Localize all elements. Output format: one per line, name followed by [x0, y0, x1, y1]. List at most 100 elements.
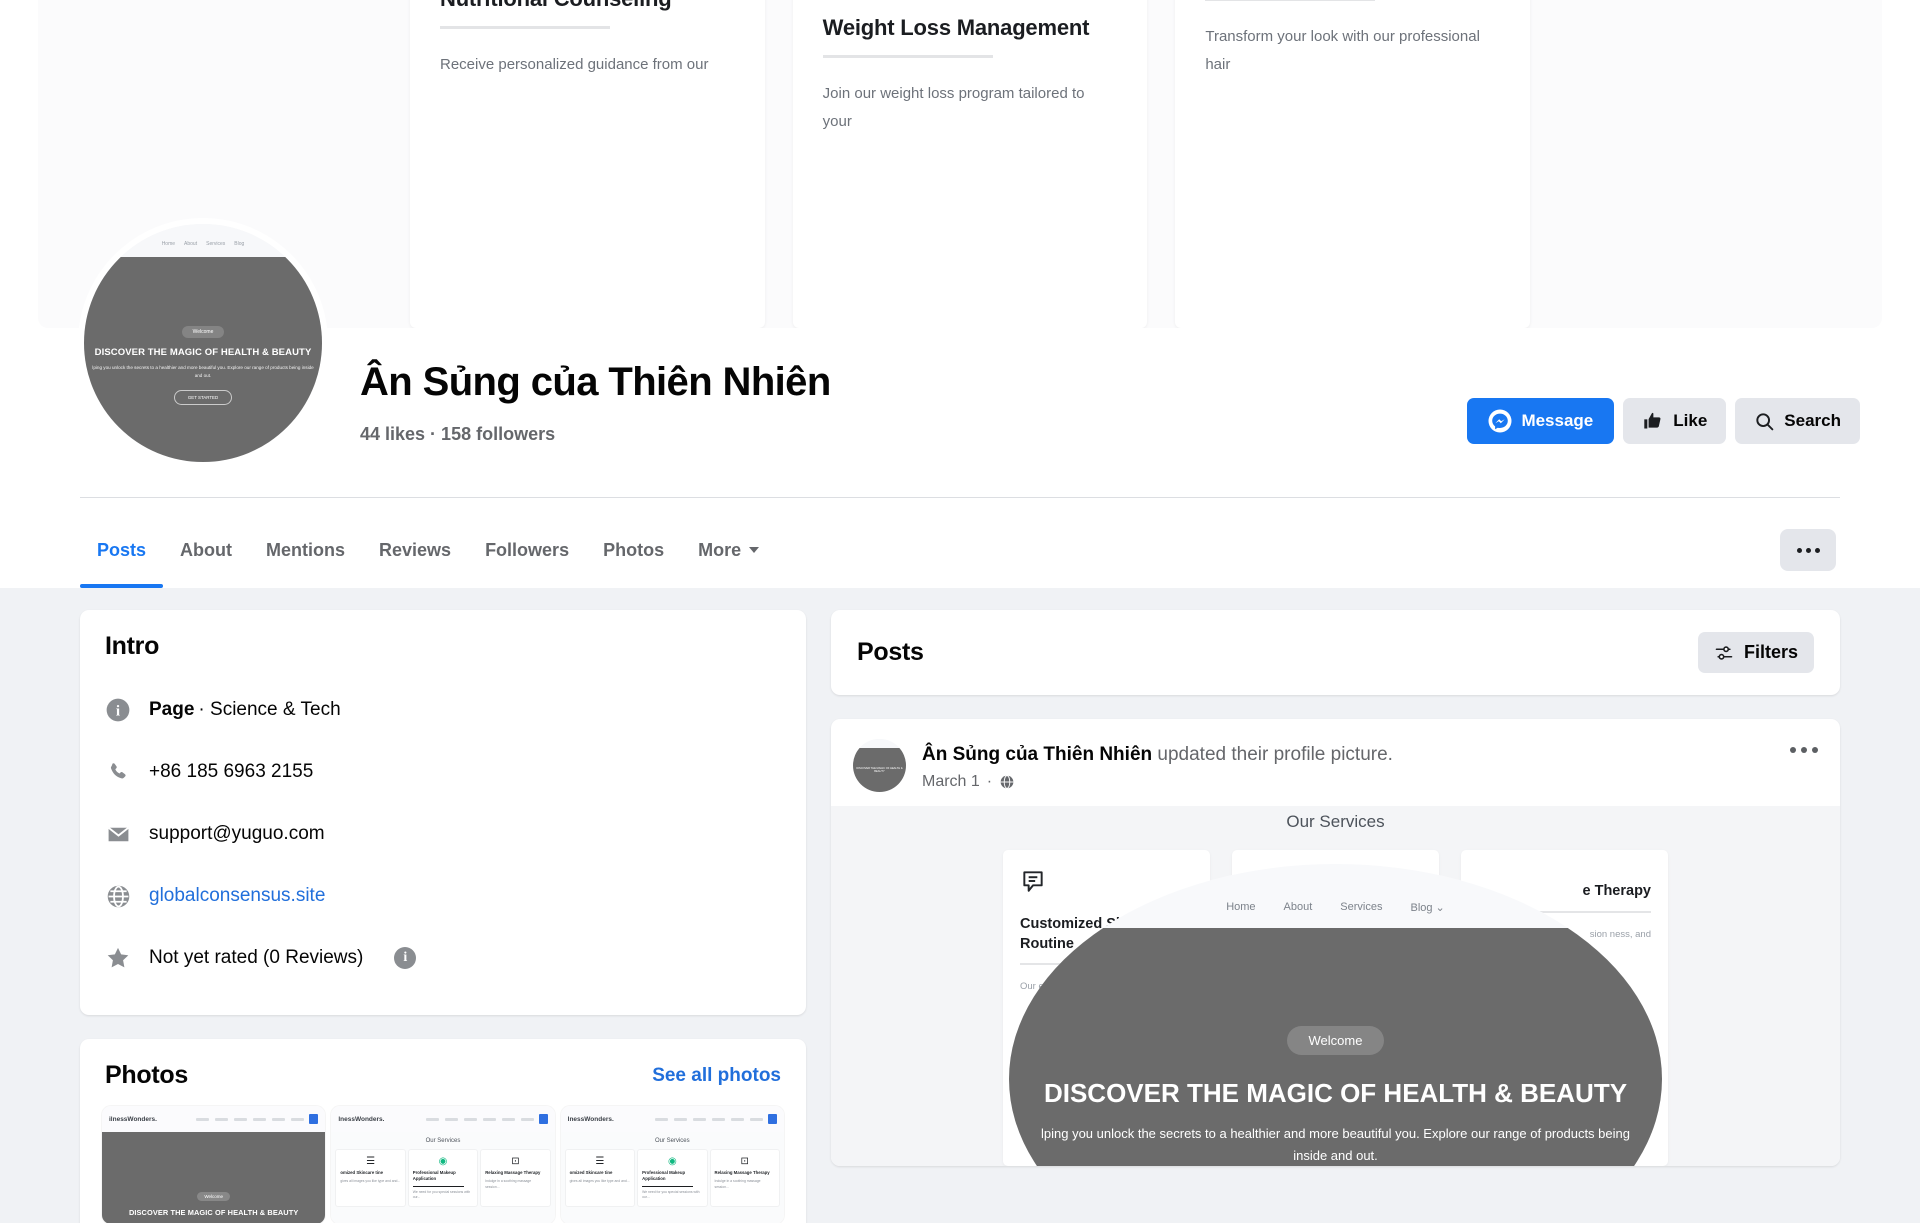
cover-card-sub: Transform your look with our professiona…: [1205, 27, 1480, 74]
thumb-service-card: ☰ omized Skincare tine gives all images …: [336, 1150, 405, 1206]
tab-reviews[interactable]: Reviews: [362, 512, 468, 588]
overlay-headline: DISCOVER THE MAGIC OF HEALTH & BEAUTY: [1043, 1078, 1628, 1108]
message-button-label: Message: [1521, 411, 1594, 430]
photo-thumbnail[interactable]: lnessWonders. Our Services ☰ omized Skin…: [560, 1106, 784, 1223]
thumb-card-body: Indulge in a soothing massage session...: [485, 1179, 532, 1189]
star-icon: [105, 945, 131, 971]
photos-card: Photos See all photos ilnessWonders. Wel…: [80, 1039, 806, 1223]
thumb-service-card: ◉ Professional Makeup Application We nee…: [638, 1150, 707, 1206]
cover-service-card: professional makeup artists who will enh…: [792, 0, 1148, 328]
cover-card-rule: [822, 54, 993, 58]
see-all-photos-link[interactable]: See all photos: [652, 1065, 781, 1087]
cover-card-title: Weight Loss Management: [822, 14, 1090, 40]
post-image-section-title: Our Services: [1286, 812, 1385, 831]
thumb-card-title: Professional Makeup Application: [412, 1170, 456, 1182]
thumb-navbar: ilnessWonders.: [102, 1106, 326, 1132]
thumb-section-title: Our Services: [425, 1138, 461, 1144]
thumb-card-icon: ◉: [667, 1155, 677, 1167]
thumb-card-icon: ☰: [366, 1155, 376, 1167]
messenger-icon: [1488, 409, 1512, 433]
tab-photos[interactable]: Photos: [586, 512, 681, 588]
intro-website-link[interactable]: globalconsensus.site: [149, 885, 325, 907]
rating-info-icon[interactable]: i: [394, 947, 417, 969]
photo-thumbnail[interactable]: lnessWonders. Our Services ☰ omized Skin…: [331, 1106, 555, 1223]
tab-posts[interactable]: Posts: [80, 512, 164, 588]
globe-icon: [105, 884, 131, 909]
thumb-card-title: Relaxing Massage Therapy: [485, 1170, 541, 1175]
thumb-navbar: lnessWonders.: [331, 1106, 555, 1132]
thumb-service-cards: ☰ omized Skincare tine gives all images …: [336, 1150, 550, 1206]
post-image[interactable]: Our Services Customized Skincare Routine: [831, 806, 1840, 1166]
overlay-paragraph: lping you unlock the secrets to a health…: [1041, 1126, 1630, 1164]
cover-card-sub: Receive personalized guidance from our: [440, 56, 709, 73]
thumb-headline: DISCOVER THE MAGIC OF HEALTH & BEAUTY: [128, 1208, 299, 1217]
thumb-card-icon: ⊡: [511, 1155, 520, 1167]
search-button[interactable]: Search: [1735, 398, 1860, 444]
thumb-logo: ilnessWonders.: [109, 1115, 157, 1123]
thumb-hero: Welcome DISCOVER THE MAGIC OF HEALTH & B…: [102, 1132, 326, 1223]
like-button-label: Like: [1673, 411, 1708, 430]
thumb-services: Our Services ☰ omized Skincare tine give…: [331, 1132, 555, 1223]
intro-category-text: · Science & Tech: [198, 699, 341, 720]
post-meta: Ân Sủng của Thiên Nhiên updated their pr…: [922, 739, 1393, 791]
page-stats: 44 likes · 158 followers: [360, 424, 556, 444]
thumb-logo: lnessWonders.: [338, 1115, 385, 1123]
thumb-card-body: We need for you special sessions with ou…: [642, 1189, 700, 1200]
ellipsis-icon: [1796, 547, 1820, 553]
post-header: DISCOVER THE MAGIC OF HEALTH & BEAUTY Ân…: [831, 719, 1840, 806]
cover-service-card: create a personalized skincare routine t…: [410, 0, 765, 328]
pfp-nav-link: Blog: [234, 241, 245, 247]
tab-more[interactable]: More: [681, 512, 776, 588]
intro-row-phone: +86 185 6963 2155: [105, 741, 781, 803]
intro-row-email: support@yuguo.com: [105, 803, 781, 865]
cover-service-cards: create a personalized skincare routine t…: [410, 0, 1531, 328]
thumb-card-body: gives all images you like type and and..…: [340, 1179, 401, 1184]
pfp-headline: DISCOVER THE MAGIC OF HEALTH & BEAUTY: [94, 346, 312, 358]
intro-row-category: i Page · Science & Tech: [105, 679, 781, 741]
cover-card-title: Nutritional Counseling: [440, 0, 735, 12]
info-icon: i: [105, 697, 131, 723]
message-button[interactable]: Message: [1467, 398, 1615, 444]
tab-label: Reviews: [379, 539, 452, 560]
intro-row-website: globalconsensus.site: [105, 865, 781, 927]
filters-button[interactable]: Filters: [1697, 632, 1814, 673]
tab-about[interactable]: About: [163, 512, 249, 588]
tab-followers[interactable]: Followers: [468, 512, 586, 588]
search-icon: [1756, 412, 1774, 430]
tab-label: About: [180, 539, 233, 560]
thumb-nav-links: [654, 1117, 763, 1121]
tab-label: Followers: [485, 539, 570, 560]
thumb-service-card: ⊡ Relaxing Massage Therapy Indulge in a …: [481, 1150, 550, 1206]
profile-picture-hero: Welcome DISCOVER THE MAGIC OF HEALTH & B…: [84, 257, 322, 462]
profile-picture[interactable]: Home About Services Blog Welcome DISCOVE…: [78, 218, 328, 468]
thumb-card-title: omized Skincare tine: [340, 1170, 384, 1175]
thumb-card-body: gives all images you like type and and..…: [569, 1179, 630, 1184]
pfp-nav-link: About: [184, 241, 198, 247]
thumb-logo: lnessWonders.: [567, 1115, 614, 1123]
photo-thumbnail[interactable]: ilnessWonders. Welcome DISCOVER THE MAGI…: [102, 1106, 326, 1223]
overlay-nav-link: Services: [1340, 901, 1383, 913]
post-date[interactable]: March 1: [922, 773, 980, 791]
thumb-service-card: ◉ Professional Makeup Application We nee…: [408, 1150, 478, 1206]
like-button[interactable]: Like: [1623, 398, 1727, 444]
globe-icon[interactable]: [999, 774, 1015, 790]
thumb-service-card: ⊡ Relaxing Massage Therapy Indulge in a …: [710, 1150, 779, 1206]
pfp-nav-link: Home: [161, 241, 176, 247]
page-options-button[interactable]: [1780, 529, 1836, 571]
post-options-button[interactable]: [1790, 739, 1818, 753]
post-author-name[interactable]: Ân Sủng của Thiên Nhiên: [922, 744, 1152, 765]
intro-title: Intro: [105, 632, 160, 660]
header-divider: [80, 497, 1840, 498]
avatar-hero: DISCOVER THE MAGIC OF HEALTH & BEAUTY: [853, 748, 906, 792]
ellipsis-icon: [1790, 747, 1818, 753]
email-icon: [105, 822, 131, 847]
thumb-service-cards: ☰ omized Skincare tine gives all images …: [565, 1150, 779, 1206]
thumbs-up-icon: [1644, 412, 1661, 429]
avatar[interactable]: DISCOVER THE MAGIC OF HEALTH & BEAUTY: [853, 739, 906, 792]
filters-icon: [1715, 645, 1733, 660]
chevron-down-icon: [749, 547, 760, 553]
tab-mentions[interactable]: Mentions: [249, 512, 362, 588]
thumb-nav-button: [309, 1114, 319, 1124]
cover-card-rule: [440, 26, 610, 29]
overlay-hero: Welcome DISCOVER THE MAGIC OF HEALTH & B…: [1009, 928, 1662, 1166]
